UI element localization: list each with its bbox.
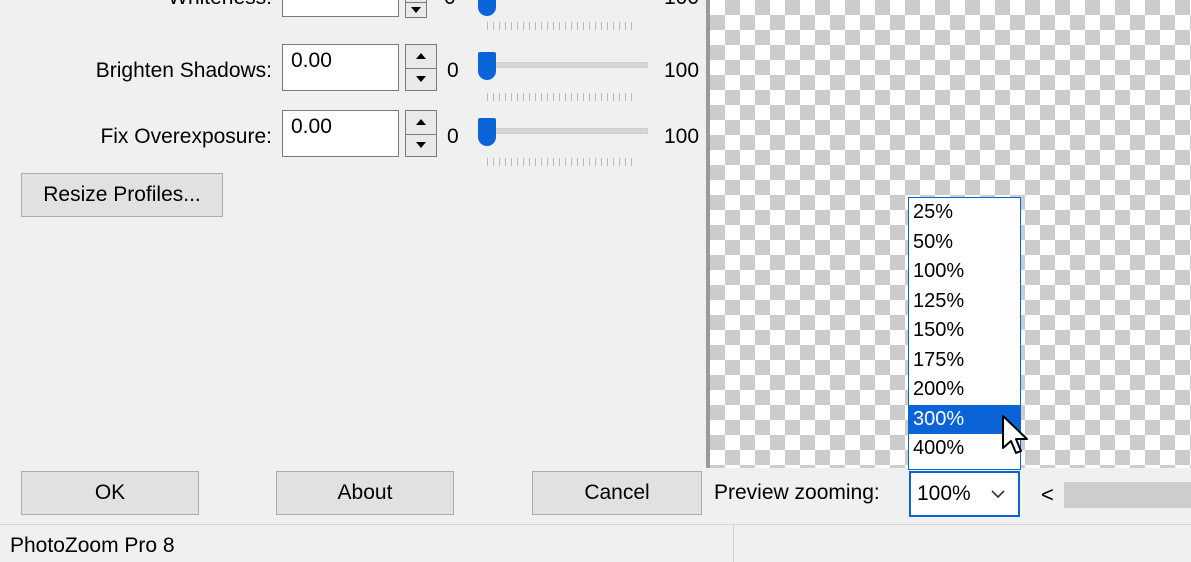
whiteness-field[interactable] [282, 0, 399, 17]
status-app-title: PhotoZoom Pro 8 [10, 534, 175, 557]
whiteness-spinner[interactable] [405, 0, 427, 18]
triangle-down-icon [411, 7, 421, 13]
fix-overexposure-label: Fix Overexposure: [100, 125, 272, 148]
brighten-shadows-max: 100 [664, 59, 700, 82]
status-divider [733, 525, 734, 562]
brighten-shadows-spinner[interactable] [405, 44, 437, 91]
about-button[interactable]: About [276, 471, 454, 515]
whiteness-max: 100 [664, 0, 699, 10]
cursor-icon [1002, 415, 1028, 454]
fix-overexposure-track[interactable] [478, 128, 648, 134]
status-bar: PhotoZoom Pro 8 [0, 524, 1191, 562]
preview-zooming-select[interactable]: 100% [909, 471, 1020, 517]
triangle-down-icon [416, 76, 426, 83]
whiteness-label: Whiteness: [40, 0, 272, 10]
scrollbar-thumb[interactable] [1064, 482, 1191, 508]
resize-profiles-button[interactable]: Resize Profiles... [21, 173, 223, 217]
zoom-option[interactable]: 150% [909, 316, 1020, 346]
ok-button[interactable]: OK [21, 471, 199, 515]
fix-overexposure-min: 0 [447, 125, 459, 148]
fix-overexposure-field[interactable]: 0.00 [282, 110, 399, 157]
brighten-shadows-slider-thumb[interactable] [478, 52, 496, 80]
brighten-shadows-label: Brighten Shadows: [95, 59, 272, 82]
preview-zooming-value: 100% [917, 482, 971, 505]
zoom-option[interactable]: 200% [909, 375, 1020, 405]
whiteness-slider-thumb[interactable] [478, 0, 496, 16]
spinner-up-button[interactable] [406, 111, 436, 134]
cancel-button[interactable]: Cancel [532, 471, 702, 515]
zoom-option[interactable]: 175% [909, 346, 1020, 376]
spinner-down-button[interactable] [406, 67, 436, 91]
whiteness-min: 0 [444, 0, 456, 10]
zoom-option[interactable]: 50% [909, 228, 1020, 258]
brighten-shadows-min: 0 [447, 59, 459, 82]
triangle-down-icon [416, 142, 426, 149]
spinner-up-button[interactable] [406, 45, 436, 68]
fix-overexposure-max: 100 [664, 125, 700, 148]
fix-overexposure-spinner[interactable] [405, 110, 437, 157]
zoom-option[interactable]: 125% [909, 287, 1020, 317]
zoom-option[interactable]: 100% [909, 257, 1020, 287]
slider-ticks [487, 93, 637, 101]
triangle-up-icon [416, 53, 426, 60]
preview-horizontal-scrollbar[interactable]: < [1031, 476, 1191, 516]
chevron-down-icon [991, 490, 1005, 499]
preview-zooming-label: Preview zooming: [714, 481, 880, 504]
slider-ticks [487, 158, 637, 166]
zoom-option[interactable]: 25% [909, 198, 1020, 228]
brighten-shadows-track[interactable] [478, 62, 648, 68]
triangle-up-icon [416, 119, 426, 126]
brighten-shadows-field[interactable]: 0.00 [282, 44, 399, 91]
fix-overexposure-slider-thumb[interactable] [478, 118, 496, 146]
spinner-down-button[interactable] [406, 2, 426, 17]
slider-ticks [487, 22, 637, 30]
spinner-down-button[interactable] [406, 133, 436, 157]
scroll-left-icon[interactable]: < [1041, 482, 1054, 508]
